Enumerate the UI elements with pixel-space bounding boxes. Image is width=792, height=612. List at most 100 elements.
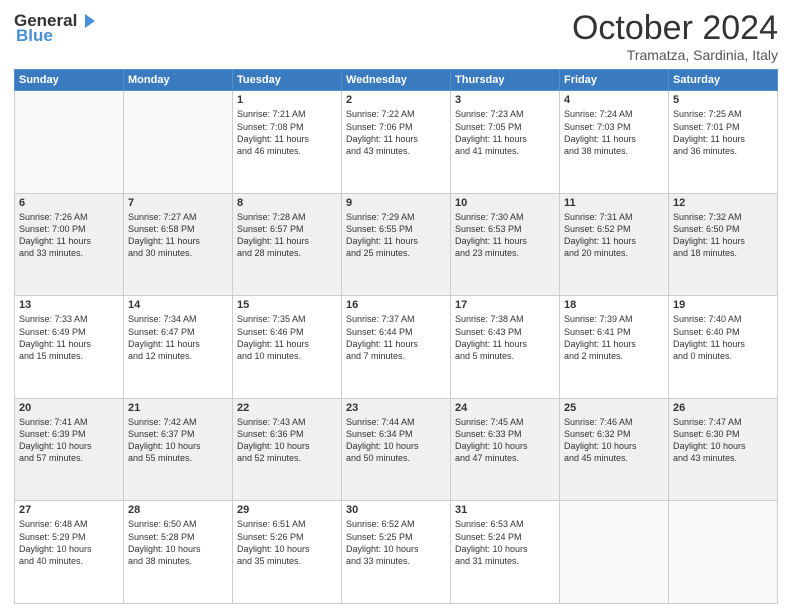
cell-info: Sunrise: 7:23 AM Sunset: 7:05 PM Dayligh… [455, 108, 555, 157]
table-row: 7 Sunrise: 7:27 AM Sunset: 6:58 PM Daylig… [124, 193, 233, 296]
day-number: 3 [455, 94, 555, 106]
table-row: 15Sunrise: 7:35 AM Sunset: 6:46 PM Dayli… [233, 296, 342, 399]
table-row: 21Sunrise: 7:42 AM Sunset: 6:37 PM Dayli… [124, 398, 233, 501]
day-number: 29 [237, 504, 337, 516]
table-row: 31Sunrise: 6:53 AM Sunset: 5:24 PM Dayli… [451, 501, 560, 604]
cell-info: Sunrise: 6:51 AM Sunset: 5:26 PM Dayligh… [237, 518, 337, 567]
table-row [124, 91, 233, 194]
col-saturday: Saturday [669, 70, 778, 91]
header-row: Sunday Monday Tuesday Wednesday Thursday… [15, 70, 778, 91]
table-row: 27 Sunrise: 6:48 AM Sunset: 5:29 PM Dayli… [15, 501, 124, 604]
day-number: 4 [564, 94, 664, 106]
table-row: 22 Sunrise: 7:43 AM Sunset: 6:36 PM Dayli… [233, 398, 342, 501]
day-number: 27 [19, 504, 119, 516]
col-thursday: Thursday [451, 70, 560, 91]
cell-info: Sunrise: 7:38 AM Sunset: 6:43 PM Dayligh… [455, 313, 555, 362]
table-row: 19 Sunrise: 7:40 AM Sunset: 6:40 PM Dayli… [669, 296, 778, 399]
day-number: 6 [19, 197, 119, 209]
cell-info: Sunrise: 7:41 AM Sunset: 6:39 PM Dayligh… [19, 416, 119, 465]
day-number: 14 [128, 299, 228, 311]
col-sunday: Sunday [15, 70, 124, 91]
table-row [15, 91, 124, 194]
table-row: 20 Sunrise: 7:41 AM Sunset: 6:39 PM Dayli… [15, 398, 124, 501]
location-title: Tramatza, Sardinia, Italy [572, 47, 778, 63]
table-row: 30 Sunrise: 6:52 AM Sunset: 5:25 PM Dayli… [342, 501, 451, 604]
cell-info: Sunrise: 7:39 AM Sunset: 6:41 PM Dayligh… [564, 313, 664, 362]
day-number: 2 [346, 94, 446, 106]
table-row: 16Sunrise: 7:37 AM Sunset: 6:44 PM Dayli… [342, 296, 451, 399]
cell-info: Sunrise: 7:44 AM Sunset: 6:34 PM Dayligh… [346, 416, 446, 465]
day-number: 30 [346, 504, 446, 516]
calendar-week-4: 20 Sunrise: 7:41 AM Sunset: 6:39 PM Dayli… [15, 398, 778, 501]
cell-info: Sunrise: 7:21 AM Sunset: 7:08 PM Dayligh… [237, 108, 337, 157]
day-number: 9 [346, 197, 446, 209]
table-row: 8 Sunrise: 7:28 AM Sunset: 6:57 PM Daylig… [233, 193, 342, 296]
day-number: 11 [564, 197, 664, 209]
day-number: 7 [128, 197, 228, 209]
table-row: 13Sunrise: 7:33 AM Sunset: 6:49 PM Dayli… [15, 296, 124, 399]
day-number: 23 [346, 402, 446, 414]
cell-info: Sunrise: 6:52 AM Sunset: 5:25 PM Dayligh… [346, 518, 446, 567]
cell-info: Sunrise: 7:22 AM Sunset: 7:06 PM Dayligh… [346, 108, 446, 157]
cell-info: Sunrise: 7:28 AM Sunset: 6:57 PM Dayligh… [237, 211, 337, 260]
table-row: 26Sunrise: 7:47 AM Sunset: 6:30 PM Dayli… [669, 398, 778, 501]
header: General Blue October 2024 Tramatza, Sard… [14, 10, 778, 63]
table-row: 18Sunrise: 7:39 AM Sunset: 6:41 PM Dayli… [560, 296, 669, 399]
day-number: 20 [19, 402, 119, 414]
table-row: 2 Sunrise: 7:22 AM Sunset: 7:06 PM Daylig… [342, 91, 451, 194]
calendar-week-1: 1 Sunrise: 7:21 AM Sunset: 7:08 PM Daylig… [15, 91, 778, 194]
cell-info: Sunrise: 7:34 AM Sunset: 6:47 PM Dayligh… [128, 313, 228, 362]
logo-icon [77, 10, 99, 32]
table-row [560, 501, 669, 604]
cell-info: Sunrise: 7:45 AM Sunset: 6:33 PM Dayligh… [455, 416, 555, 465]
cell-info: Sunrise: 7:42 AM Sunset: 6:37 PM Dayligh… [128, 416, 228, 465]
day-number: 22 [237, 402, 337, 414]
cell-info: Sunrise: 6:48 AM Sunset: 5:29 PM Dayligh… [19, 518, 119, 567]
logo: General Blue [14, 10, 99, 46]
cell-info: Sunrise: 7:40 AM Sunset: 6:40 PM Dayligh… [673, 313, 773, 362]
title-block: October 2024 Tramatza, Sardinia, Italy [572, 10, 778, 63]
day-number: 16 [346, 299, 446, 311]
calendar-table: Sunday Monday Tuesday Wednesday Thursday… [14, 69, 778, 604]
table-row: 29 Sunrise: 6:51 AM Sunset: 5:26 PM Dayli… [233, 501, 342, 604]
col-tuesday: Tuesday [233, 70, 342, 91]
day-number: 5 [673, 94, 773, 106]
day-number: 25 [564, 402, 664, 414]
table-row: 28Sunrise: 6:50 AM Sunset: 5:28 PM Dayli… [124, 501, 233, 604]
table-row: 11Sunrise: 7:31 AM Sunset: 6:52 PM Dayli… [560, 193, 669, 296]
cell-info: Sunrise: 7:32 AM Sunset: 6:50 PM Dayligh… [673, 211, 773, 260]
table-row: 4 Sunrise: 7:24 AM Sunset: 7:03 PM Daylig… [560, 91, 669, 194]
cell-info: Sunrise: 7:35 AM Sunset: 6:46 PM Dayligh… [237, 313, 337, 362]
logo-blue: Blue [16, 26, 53, 46]
day-number: 19 [673, 299, 773, 311]
day-number: 1 [237, 94, 337, 106]
cell-info: Sunrise: 7:24 AM Sunset: 7:03 PM Dayligh… [564, 108, 664, 157]
day-number: 8 [237, 197, 337, 209]
cell-info: Sunrise: 7:27 AM Sunset: 6:58 PM Dayligh… [128, 211, 228, 260]
table-row: 17 Sunrise: 7:38 AM Sunset: 6:43 PM Dayli… [451, 296, 560, 399]
col-wednesday: Wednesday [342, 70, 451, 91]
table-row: 25 Sunrise: 7:46 AM Sunset: 6:32 PM Dayli… [560, 398, 669, 501]
day-number: 24 [455, 402, 555, 414]
day-number: 17 [455, 299, 555, 311]
table-row: 23 Sunrise: 7:44 AM Sunset: 6:34 PM Dayli… [342, 398, 451, 501]
table-row: 24 Sunrise: 7:45 AM Sunset: 6:33 PM Dayli… [451, 398, 560, 501]
month-title: October 2024 [572, 10, 778, 47]
calendar-week-3: 13Sunrise: 7:33 AM Sunset: 6:49 PM Dayli… [15, 296, 778, 399]
table-row: 1 Sunrise: 7:21 AM Sunset: 7:08 PM Daylig… [233, 91, 342, 194]
table-row: 12 Sunrise: 7:32 AM Sunset: 6:50 PM Dayli… [669, 193, 778, 296]
cell-info: Sunrise: 7:29 AM Sunset: 6:55 PM Dayligh… [346, 211, 446, 260]
col-friday: Friday [560, 70, 669, 91]
cell-info: Sunrise: 7:43 AM Sunset: 6:36 PM Dayligh… [237, 416, 337, 465]
day-number: 26 [673, 402, 773, 414]
table-row: 6 Sunrise: 7:26 AM Sunset: 7:00 PM Daylig… [15, 193, 124, 296]
page: General Blue October 2024 Tramatza, Sard… [0, 0, 792, 612]
cell-info: Sunrise: 7:26 AM Sunset: 7:00 PM Dayligh… [19, 211, 119, 260]
calendar-week-2: 6 Sunrise: 7:26 AM Sunset: 7:00 PM Daylig… [15, 193, 778, 296]
cell-info: Sunrise: 6:50 AM Sunset: 5:28 PM Dayligh… [128, 518, 228, 567]
cell-info: Sunrise: 7:25 AM Sunset: 7:01 PM Dayligh… [673, 108, 773, 157]
cell-info: Sunrise: 7:46 AM Sunset: 6:32 PM Dayligh… [564, 416, 664, 465]
day-number: 12 [673, 197, 773, 209]
day-number: 10 [455, 197, 555, 209]
cell-info: Sunrise: 7:33 AM Sunset: 6:49 PM Dayligh… [19, 313, 119, 362]
